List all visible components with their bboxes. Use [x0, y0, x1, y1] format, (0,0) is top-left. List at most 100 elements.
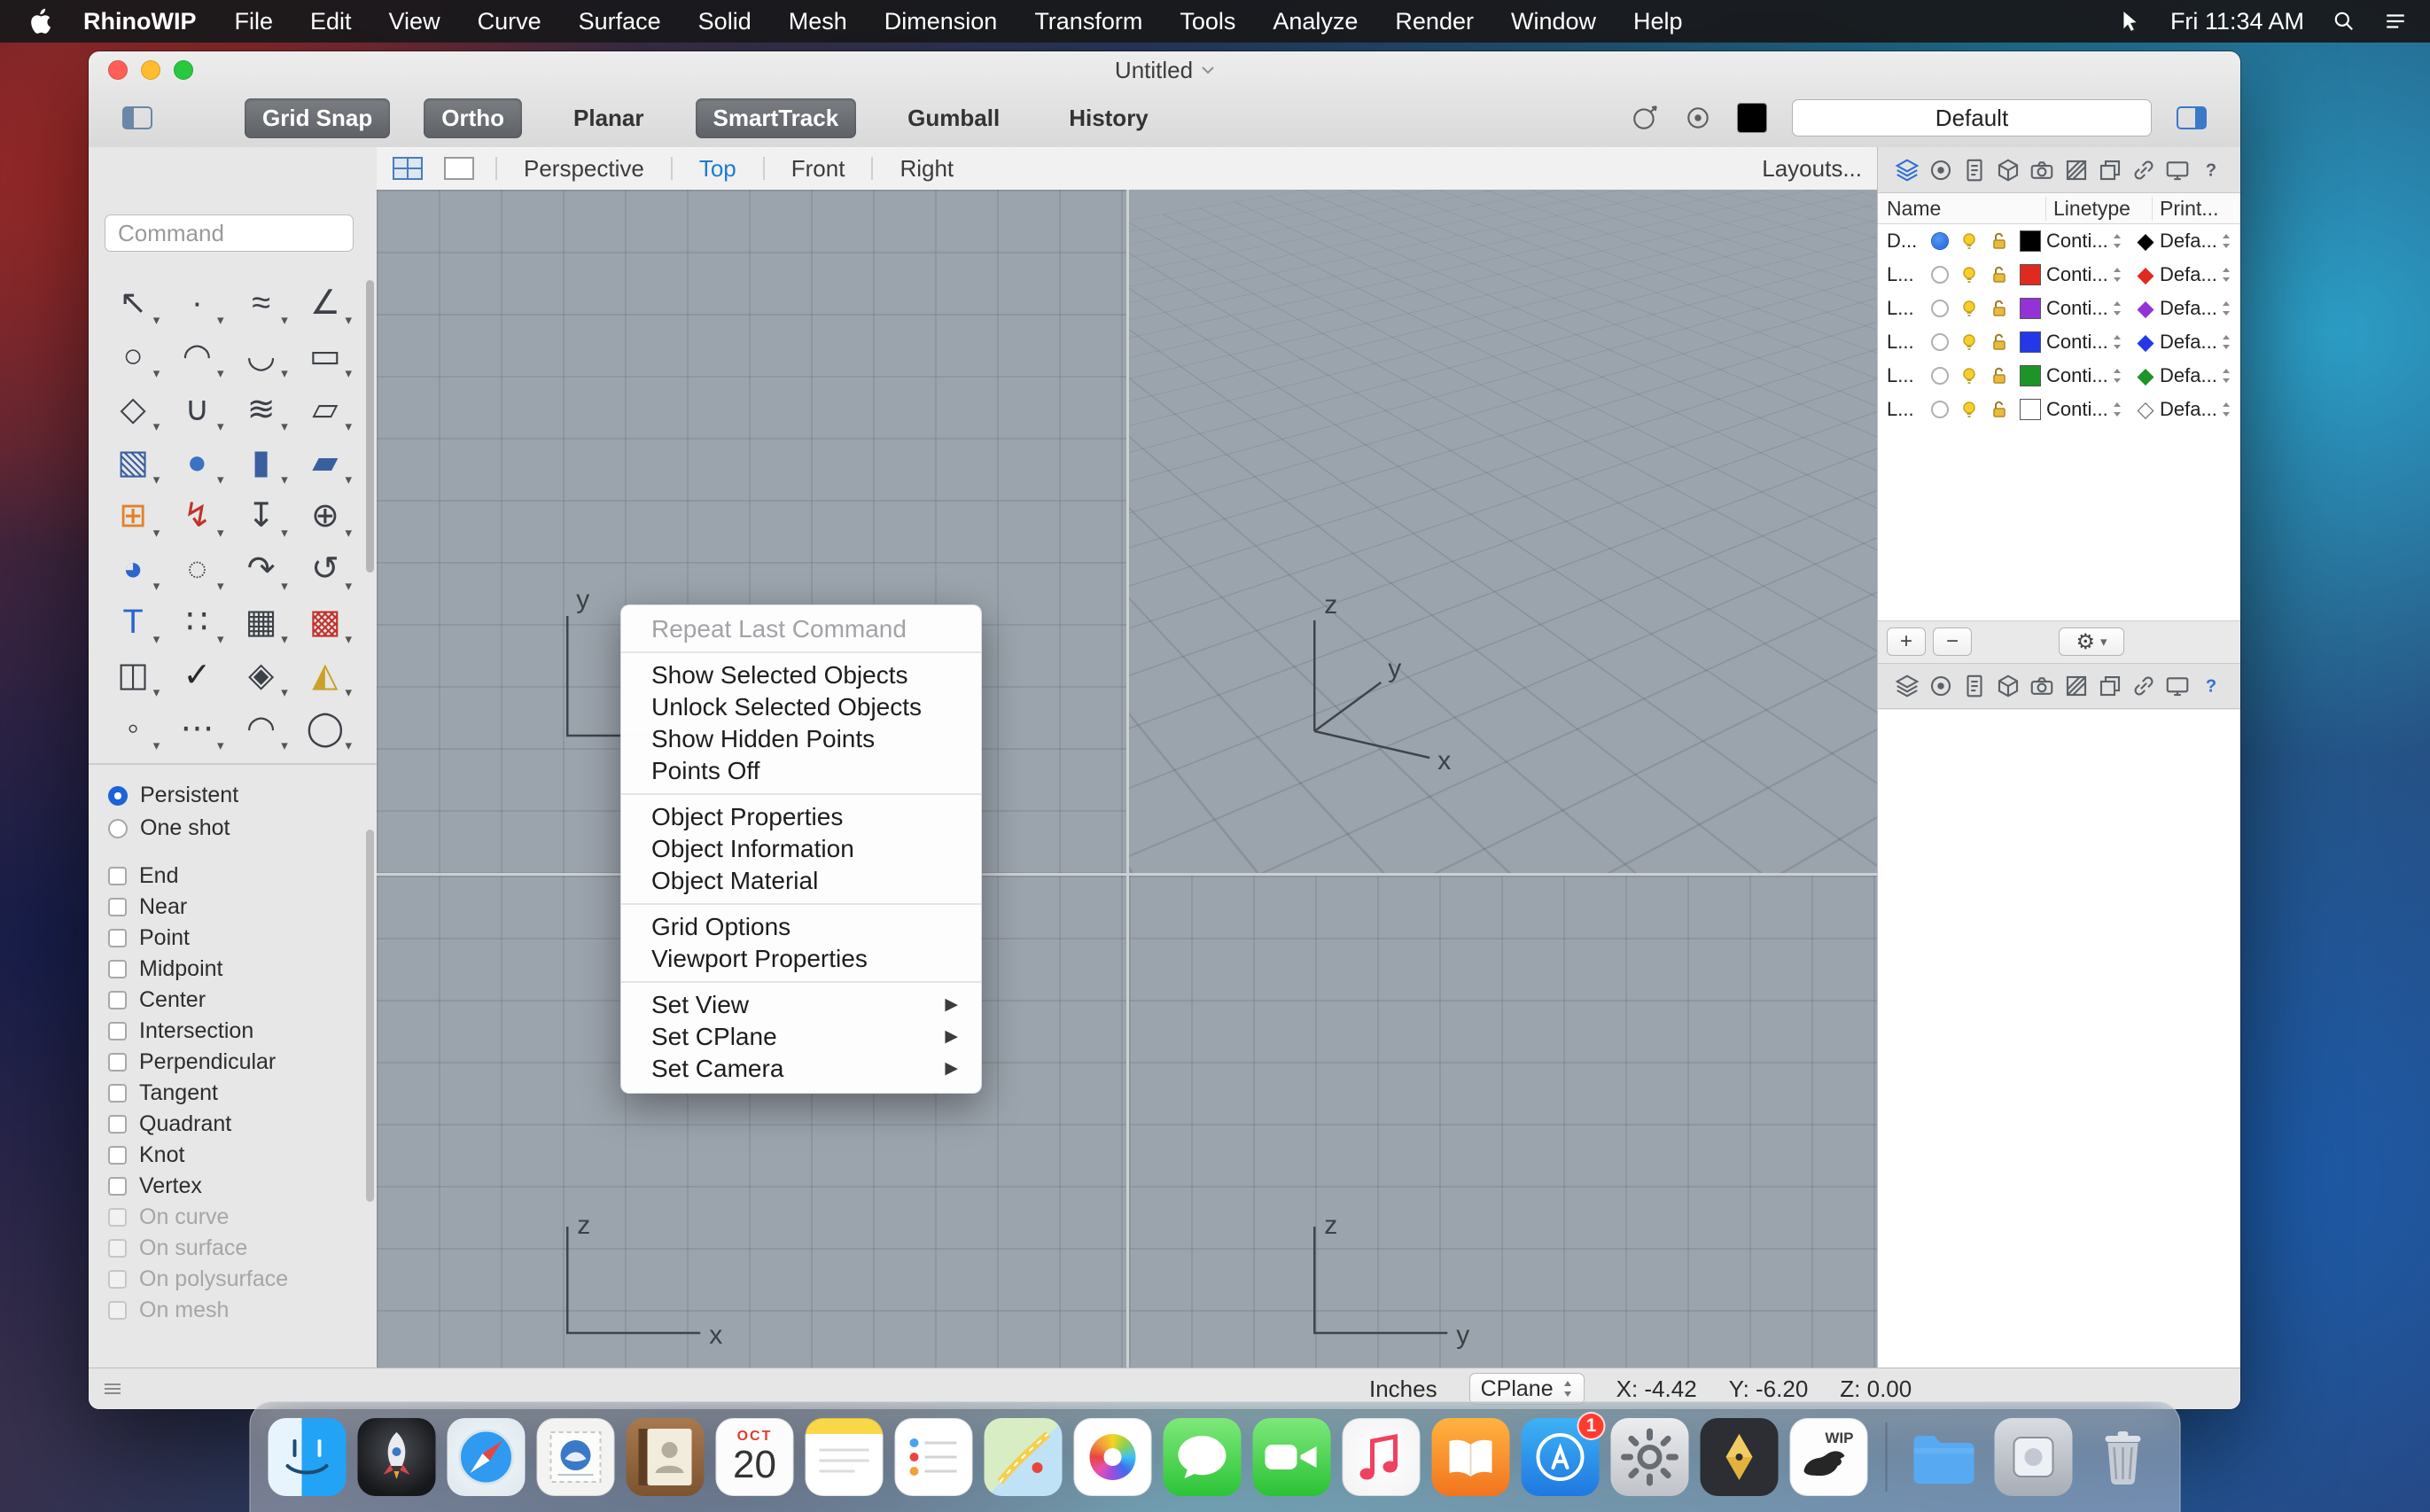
dock-maps-icon[interactable] [984, 1418, 1063, 1496]
layer-linetype-popup[interactable]: Conti... [2046, 263, 2131, 286]
layer-row[interactable]: D... Conti... ◆ Defa... [1878, 224, 2240, 258]
checkbox-tangent[interactable] [108, 1084, 127, 1103]
layer-lock-icon[interactable] [1984, 265, 2014, 284]
dock-mail-icon[interactable] [536, 1418, 615, 1496]
menu-item-object-properties[interactable]: Object Properties [621, 801, 981, 833]
menubar-item-window[interactable]: Window [1492, 8, 1615, 35]
sheets-panel-icon[interactable] [2097, 673, 2123, 699]
tool-circle-small-icon[interactable]: ◦ ▾ [101, 702, 165, 751]
layer-lock-icon[interactable] [1984, 400, 2014, 419]
osnap-scrollbar[interactable] [366, 830, 374, 1202]
left-sidebar-toggle-icon[interactable] [122, 106, 152, 129]
tool-arc-icon[interactable]: ◠ ▾ [165, 330, 229, 383]
layer-print-width-popup[interactable]: Defa... [2160, 398, 2240, 421]
layer-color-swatch[interactable] [2014, 264, 2046, 285]
right-sidebar-toggle-icon[interactable] [2177, 106, 2207, 129]
menu-item-object-information[interactable]: Object Information [621, 833, 981, 865]
checkbox-intersection[interactable] [108, 1022, 127, 1040]
layer-print-width-popup[interactable]: Defa... [2160, 364, 2240, 387]
checkbox-midpoint[interactable] [108, 960, 127, 978]
spotlight-search-icon[interactable] [2333, 10, 2356, 33]
viewport-right[interactable]: z y [1128, 876, 1878, 1368]
menu-item-show-hidden-points[interactable]: Show Hidden Points [621, 723, 981, 755]
layer-print-width-popup[interactable]: Defa... [2160, 331, 2240, 354]
monitor-panel-icon[interactable] [2164, 157, 2191, 183]
checkbox-point[interactable] [108, 929, 127, 947]
target-icon[interactable] [1684, 104, 1712, 132]
layer-color-swatch[interactable] [2014, 331, 2046, 353]
tool-check-icon[interactable]: ✓ [165, 649, 229, 702]
tool-surface-plane-icon[interactable]: ▱ ▾ [293, 383, 357, 436]
toolbar-toggle-history[interactable]: History [1051, 98, 1166, 138]
osnap-end[interactable]: End [108, 861, 377, 892]
display-panel-icon[interactable] [1928, 157, 1954, 183]
tool-array-icon[interactable]: ▩ ▾ [293, 596, 357, 649]
menubar-item-mesh[interactable]: Mesh [770, 8, 866, 35]
layer-linetype-popup[interactable]: Conti... [2046, 364, 2131, 387]
checkbox-perpendicular[interactable] [108, 1053, 127, 1072]
dock-calendar-icon[interactable]: OCT 20 [715, 1418, 794, 1496]
layer-row[interactable]: L... Conti... ◆ Defa... [1878, 359, 2240, 393]
osnap-near[interactable]: Near [108, 892, 377, 923]
toolbar-toggle-grid-snap[interactable]: Grid Snap [245, 97, 391, 138]
tool-orient-icon[interactable]: ↺ ▾ [293, 542, 357, 596]
layer-current-radio[interactable] [1926, 266, 1954, 284]
checkbox-near[interactable] [108, 898, 127, 916]
tool-curve-network-icon[interactable]: ≋ ▾ [230, 383, 293, 436]
camera-panel-icon[interactable] [2029, 157, 2055, 183]
four-pane-icon[interactable] [393, 157, 423, 180]
snap-mode-one-shot[interactable]: One shot [108, 812, 377, 845]
tool-point-edit-icon[interactable]: ◌ ▾ [165, 542, 229, 596]
layer-print-color-icon[interactable]: ◆ [2131, 297, 2160, 320]
toolbar-toggle-gumball[interactable]: Gumball [890, 98, 1017, 138]
grip-icon[interactable] [101, 1377, 124, 1400]
layer-gear-menu-button[interactable]: ⚙ ▾ [2059, 627, 2124, 656]
tool-arc-blend-icon[interactable]: ◠ ▾ [230, 702, 293, 751]
layers-panel-icon[interactable] [1894, 673, 1920, 699]
checkbox-quadrant[interactable] [108, 1115, 127, 1134]
viewport-tab-right[interactable]: Right [894, 155, 959, 183]
hatch-panel-icon[interactable] [2063, 157, 2090, 183]
menubar-item-edit[interactable]: Edit [292, 8, 370, 35]
checkbox-center[interactable] [108, 991, 127, 1009]
layer-print-color-icon[interactable]: ◇ [2131, 398, 2160, 421]
help-panel-icon[interactable]: ? [2198, 673, 2224, 699]
tool-point-icon[interactable]: ∙ ▾ [165, 277, 229, 330]
dock-app-store-icon[interactable]: 1 [1521, 1412, 1606, 1496]
camera-panel-icon[interactable] [2029, 673, 2055, 699]
dock-safari-icon[interactable] [447, 1418, 526, 1496]
menubar-item-file[interactable]: File [215, 8, 292, 35]
tool-uvn-move-icon[interactable]: ∷ ▾ [165, 596, 229, 649]
dock-music-icon[interactable] [1342, 1418, 1421, 1496]
layer-lock-icon[interactable] [1984, 231, 2014, 251]
layers-panel-icon[interactable] [1894, 157, 1920, 183]
dock-design-app-icon[interactable] [1700, 1418, 1779, 1496]
menu-item-grid-options[interactable]: Grid Options [621, 911, 981, 943]
menu-item-show-selected-objects[interactable]: Show Selected Objects [621, 659, 981, 691]
layer-current-radio[interactable] [1926, 367, 1954, 385]
layer-lock-icon[interactable] [1984, 332, 2014, 352]
radio-one-shot[interactable] [108, 818, 128, 838]
osnap-point[interactable]: Point [108, 923, 377, 954]
single-pane-icon[interactable] [444, 157, 474, 180]
layer-visibility-bulb-icon[interactable] [1954, 299, 1984, 318]
osnap-intersection[interactable]: Intersection [108, 1016, 377, 1047]
dock-system-preferences-icon[interactable] [1610, 1418, 1689, 1496]
help-panel-icon[interactable]: ? [2198, 157, 2224, 183]
layer-lock-icon[interactable] [1984, 366, 2014, 386]
apple-menu-icon[interactable] [28, 8, 51, 35]
viewport-tab-top[interactable]: Top [694, 155, 742, 183]
layer-current-radio[interactable] [1926, 333, 1954, 351]
layer-print-color-icon[interactable]: ◆ [2131, 331, 2160, 354]
tool-control-point-curve-icon[interactable]: ≈ ▾ [230, 277, 293, 330]
pointer-menu-extra-icon[interactable] [2119, 10, 2142, 33]
menubar-item-help[interactable]: Help [1615, 8, 1702, 35]
layer-linetype-popup[interactable]: Conti... [2046, 331, 2131, 354]
layer-visibility-bulb-icon[interactable] [1954, 400, 1984, 419]
layer-color-swatch[interactable] [2014, 298, 2046, 319]
tool-blend-curve-icon[interactable]: ∪ ▾ [165, 383, 229, 436]
orbit-icon[interactable] [1631, 104, 1659, 132]
command-input[interactable] [105, 214, 354, 252]
tool-analyze-icon[interactable]: ↯ ▾ [165, 489, 229, 542]
dock-contacts-icon[interactable] [626, 1418, 705, 1496]
